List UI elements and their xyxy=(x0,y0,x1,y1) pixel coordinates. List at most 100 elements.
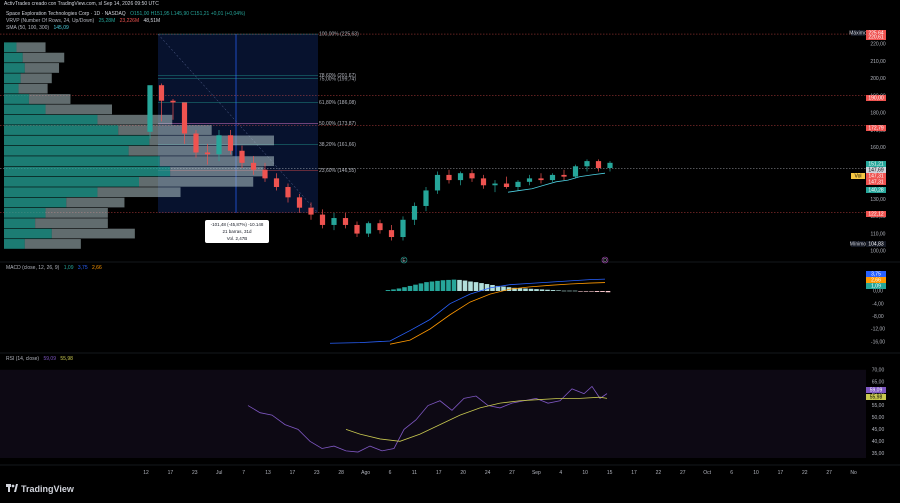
macd-signal-line xyxy=(389,282,606,345)
volume-profile-down-bar xyxy=(97,114,173,125)
chart-canvas[interactable]: 100,00% (225,63)78,60% (201,67)75,00% (1… xyxy=(0,0,900,503)
volume-profile-up-bar xyxy=(4,176,139,187)
candle-body xyxy=(584,161,590,167)
macd-histogram-bar xyxy=(545,289,550,291)
volume-profile-up-bar xyxy=(4,218,36,229)
time-axis-tick: 27 xyxy=(509,470,515,476)
candle-body xyxy=(227,135,234,151)
volume-profile-down-bar xyxy=(24,63,60,73)
candle-body xyxy=(273,178,280,187)
candle-body xyxy=(170,100,176,103)
price-axis-tick: 100,00 xyxy=(870,249,886,255)
candle-body xyxy=(342,218,349,225)
price-tag: 172,79 xyxy=(868,126,884,132)
volume-profile-down-bar xyxy=(97,187,181,198)
candle-body xyxy=(434,174,441,191)
rsi-axis-tick: 50,00 xyxy=(872,415,885,421)
volume-profile-up-bar xyxy=(4,187,98,198)
candle-body xyxy=(480,178,487,186)
macd-histogram-bar xyxy=(523,288,528,291)
candle-body xyxy=(204,152,211,155)
rsi-tag: 55,98 xyxy=(870,395,883,401)
candle-body xyxy=(503,183,510,187)
candle-body xyxy=(308,207,314,215)
volume-profile-down-bar xyxy=(28,94,71,104)
time-axis-tick: 6 xyxy=(389,470,392,476)
volume-profile-down-bar xyxy=(18,83,48,94)
volume-profile-down-bar xyxy=(139,176,254,187)
time-axis-tick: Jul xyxy=(216,470,222,476)
sma-line xyxy=(507,172,606,193)
volume-profile-down-bar xyxy=(159,156,274,166)
rsi-band xyxy=(0,369,866,458)
candle-body xyxy=(538,178,544,181)
volume-profile-down-bar xyxy=(35,218,108,229)
macd-histogram-bar xyxy=(473,282,479,291)
time-axis-tick: 6 xyxy=(730,470,733,476)
candle-body xyxy=(354,224,360,234)
volume-profile-up-bar xyxy=(4,104,46,115)
tradingview-logo-icon xyxy=(6,484,18,492)
volume-profile-down-bar xyxy=(24,239,81,249)
volume-profile-up-bar xyxy=(4,94,29,104)
tradingview-brand[interactable]: TradingView xyxy=(6,484,74,494)
macd-axis-tick: -12,00 xyxy=(871,327,885,333)
candle-body xyxy=(492,183,498,186)
volume-profile-up-bar xyxy=(4,42,17,53)
macd-histogram-bar xyxy=(451,279,457,291)
time-axis-tick: 27 xyxy=(680,470,686,476)
volume-profile-up-bar xyxy=(4,125,119,135)
candle-body xyxy=(423,190,429,206)
time-axis-tick: 22 xyxy=(802,470,808,476)
time-axis-tick: 10 xyxy=(582,470,588,476)
price-axis-tick: 220,00 xyxy=(870,42,886,48)
volume-profile-up-bar xyxy=(4,145,129,156)
time-axis-tick: 17 xyxy=(778,470,784,476)
volume-profile-down-bar xyxy=(22,52,65,63)
time-axis-tick: 22 xyxy=(656,470,662,476)
time-axis-tick: 27 xyxy=(826,470,832,476)
fib-level-label: 50,00% (173,87) xyxy=(319,121,356,127)
candle-body xyxy=(549,174,556,181)
macd-histogram-bar xyxy=(385,290,391,291)
candle-body xyxy=(319,214,326,225)
tooltip-line3: Vol. 2,47B xyxy=(226,236,248,241)
macd-histogram-bar xyxy=(539,289,545,291)
fib-level-label: 23,60% (146,55) xyxy=(319,168,356,174)
time-axis-tick: 28 xyxy=(338,470,344,476)
rsi-axis-tick: 55,00 xyxy=(872,403,885,409)
macd-histogram-bar xyxy=(572,290,578,292)
macd-histogram-bar xyxy=(517,288,523,291)
macd-histogram-bar xyxy=(424,282,429,291)
volume-profile-down-bar xyxy=(20,73,52,84)
macd-histogram-bar xyxy=(528,288,534,291)
price-tag: 140,28 xyxy=(868,188,884,194)
candle-body xyxy=(457,173,464,181)
time-axis-tick: Ago xyxy=(361,470,370,476)
price-tag: 147,31 xyxy=(868,180,884,186)
macd-axis-tick: -16,00 xyxy=(871,339,885,345)
volume-profile-down-bar xyxy=(51,228,135,239)
candle-body xyxy=(561,174,567,177)
fib-level-label: 75,00% (199,74) xyxy=(319,76,356,82)
price-axis-tick: 210,00 xyxy=(870,59,886,65)
volume-profile-up-bar xyxy=(4,135,150,146)
macd-histogram-bar xyxy=(457,279,462,291)
macd-histogram-bar xyxy=(600,291,605,292)
candle-body xyxy=(469,173,475,179)
volume-profile-down-bar xyxy=(118,125,212,135)
candle-body xyxy=(250,162,257,170)
time-axis-tick: 17 xyxy=(168,470,174,476)
time-axis-tick: 23 xyxy=(192,470,198,476)
candle-body xyxy=(216,135,222,155)
volume-profile-down-bar xyxy=(149,135,274,146)
price-tag: 122,12 xyxy=(868,212,884,218)
time-axis-tick: 17 xyxy=(290,470,296,476)
volume-profile-up-bar xyxy=(4,83,19,94)
macd-histogram-bar xyxy=(578,291,583,292)
candle-body xyxy=(147,85,153,132)
candle-body xyxy=(296,197,303,208)
candle-body xyxy=(411,205,418,220)
price-axis-tick: 130,00 xyxy=(870,197,886,203)
candle-body xyxy=(377,223,383,231)
